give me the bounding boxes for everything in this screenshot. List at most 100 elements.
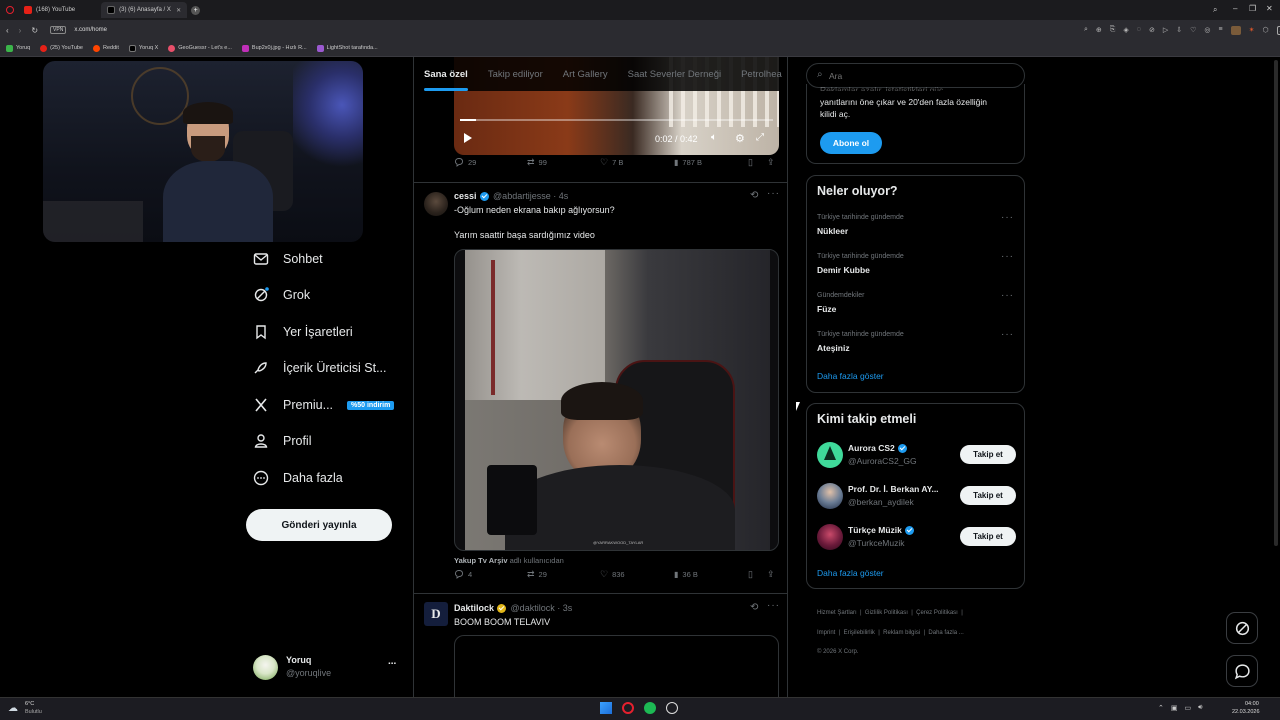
post-author-name[interactable]: Daktilock — [454, 603, 494, 613]
bookmark-item[interactable]: Bup2x0j.jpg - Hızlı R... — [241, 44, 307, 52]
trend-more-icon[interactable]: ··· — [1001, 212, 1014, 223]
footer-link[interactable]: Çerez Politikası — [916, 610, 958, 616]
ad-block-icon[interactable]: ⊘ — [1149, 26, 1155, 35]
like-button[interactable]: ♡ 7 B — [600, 157, 623, 168]
tray-app-icon[interactable]: ▣ — [1171, 704, 1178, 712]
opera-logo-icon[interactable] — [6, 6, 14, 14]
nav-chat[interactable]: Sohbet — [253, 251, 323, 267]
browser-tab-youtube[interactable]: (168) YouTube — [18, 2, 81, 18]
grok-post-icon[interactable]: ⟲ — [750, 602, 758, 613]
bookmark-icon[interactable]: ▯ — [748, 569, 753, 580]
footer-link[interactable]: Daha fazla ... — [928, 630, 963, 636]
trend-item[interactable]: Türkiye tarihinde gündemde Ateşiniz ··· — [807, 327, 1024, 363]
search-icon[interactable]: ⌕ — [1084, 26, 1088, 35]
url-field[interactable]: x.com/home — [74, 27, 107, 33]
screenshot-icon[interactable]: ⎘ — [1110, 26, 1116, 35]
nav-profile[interactable]: Profil — [253, 433, 311, 449]
close-window-button[interactable]: ✕ — [1266, 4, 1273, 13]
wallet-icon[interactable]: ✶ — [1249, 26, 1255, 35]
trend-item[interactable]: Türkiye tarihinde gündemde Demir Kubbe ·… — [807, 249, 1024, 285]
messages-floating-button[interactable] — [1226, 655, 1258, 687]
browser-tab-x[interactable]: (3) (6) Anasayfa / X ✕ — [101, 2, 188, 18]
video-progress-track[interactable] — [460, 119, 773, 121]
trend-more-icon[interactable]: ··· — [1001, 290, 1014, 301]
share-icon[interactable]: ⇪ — [767, 157, 775, 168]
trend-item[interactable]: Türkiye tarihinde gündemde Nükleer ··· — [807, 210, 1024, 246]
trend-item[interactable]: Gündemdekiler Füze ··· — [807, 288, 1024, 324]
search-input[interactable] — [829, 69, 1009, 83]
account-more-icon[interactable]: ... — [388, 656, 396, 667]
opera-browser-icon[interactable] — [622, 702, 634, 714]
close-tab-icon[interactable]: ✕ — [176, 7, 181, 14]
follow-button[interactable]: Takip et — [960, 527, 1016, 546]
menu-icon[interactable]: ≡ — [1219, 26, 1223, 35]
like-button[interactable]: ♡ 836 — [600, 569, 625, 580]
footer-link[interactable]: Gizlilik Politikası — [865, 610, 908, 616]
post-avatar[interactable]: D — [424, 602, 448, 626]
bookmark-item[interactable]: Reddit — [93, 44, 119, 52]
account-switcher[interactable]: Yoruq @yoruqlive ... — [253, 652, 403, 684]
volume-icon[interactable]: 🔊︎ — [1198, 704, 1202, 712]
windows-start-icon[interactable] — [600, 702, 612, 714]
grok-post-icon[interactable]: ⟲ — [750, 190, 758, 201]
nav-more[interactable]: Daha fazla — [253, 470, 343, 486]
nav-grok[interactable]: Grok — [253, 287, 310, 303]
subscribe-button[interactable]: Abone ol — [820, 132, 882, 154]
reply-button[interactable]: 29 — [454, 157, 476, 167]
back-icon[interactable]: ‹ — [6, 26, 9, 35]
reply-button[interactable]: 4 — [454, 569, 472, 579]
tray-chevron-icon[interactable]: ⌃ — [1158, 704, 1164, 712]
volume-icon[interactable]: 🔈︎ — [711, 132, 717, 143]
heart-icon[interactable]: ♡ — [1190, 26, 1196, 35]
page-scrollbar[interactable] — [1274, 60, 1278, 546]
attribution-name[interactable]: Yakup Tv Arşiv — [454, 556, 508, 565]
ai-icon[interactable]: AI — [1276, 26, 1280, 35]
post-author-handle[interactable]: @daktilock — [511, 603, 555, 613]
views-button[interactable]: ▮ 36 B — [674, 570, 698, 579]
spotify-icon[interactable] — [644, 702, 656, 714]
tab-petrolhead[interactable]: Petrolhea — [741, 69, 782, 80]
post-button[interactable]: Gönderi yayınla — [246, 509, 392, 541]
post-video[interactable]: @YARRAKWOOD_TAYLAR — [454, 249, 779, 551]
trends-show-more-link[interactable]: Daha fazla göster — [817, 371, 884, 381]
footer-link[interactable]: Hizmet Şartları — [817, 610, 857, 616]
repost-button[interactable]: ⇄ 99 — [527, 157, 547, 168]
tab-following[interactable]: Takip ediliyor — [488, 69, 543, 80]
nav-premium[interactable]: Premiu... %50 indirim — [253, 397, 395, 413]
play-icon[interactable]: ▷ — [1163, 26, 1168, 35]
follow-button[interactable]: Takip et — [960, 486, 1016, 505]
views-button[interactable]: ▮ 787 B — [674, 158, 702, 167]
weather-cloud-icon[interactable]: ☁ — [8, 703, 18, 714]
share-icon[interactable]: ⇪ — [767, 569, 775, 580]
maximize-button[interactable]: ❐ — [1249, 4, 1256, 13]
bookmark-item[interactable]: LightShot tarafında... — [316, 44, 378, 52]
follow-suggestion[interactable]: Aurora CS2 @AuroraCS2_GG Takip et — [807, 440, 1024, 470]
post-media[interactable] — [454, 635, 779, 697]
new-tab-button[interactable]: + — [191, 5, 201, 15]
post-author-handle[interactable]: @abdartijesse — [493, 191, 551, 201]
follow-suggestion[interactable]: Prof. Dr. İ. Berkan AY... @berkan_aydile… — [807, 481, 1024, 511]
profile-avatar-icon[interactable] — [1230, 26, 1241, 35]
nav-creator-studio[interactable]: İçerik Üreticisi St... — [253, 360, 387, 376]
settings-gear-icon[interactable]: ⚙ — [735, 132, 745, 145]
trend-more-icon[interactable]: ··· — [1001, 251, 1014, 262]
nav-bookmarks[interactable]: Yer İşaretleri — [253, 324, 353, 340]
reload-icon[interactable]: ↻ — [31, 26, 38, 35]
fullscreen-icon[interactable]: ⤢ — [756, 132, 764, 143]
footer-link[interactable]: Erişilebilirlik — [844, 630, 875, 636]
bookmark-icon[interactable]: ▯ — [748, 157, 753, 168]
follow-button[interactable]: Takip et — [960, 445, 1016, 464]
forward-icon[interactable]: › — [19, 26, 22, 35]
minimize-button[interactable]: – — [1233, 4, 1237, 13]
post-more-icon[interactable]: ··· — [767, 600, 780, 611]
clock-time[interactable]: 04:00 — [1245, 701, 1259, 707]
footer-link[interactable]: Imprint — [817, 630, 835, 636]
tab-watch-lovers[interactable]: Saat Severler Derneği — [628, 69, 721, 80]
bookmark-item[interactable]: Yoruq — [6, 44, 30, 52]
extension-icon[interactable]: ◈ — [1123, 26, 1128, 35]
tab-art-gallery[interactable]: Art Gallery — [563, 69, 608, 80]
tab-for-you[interactable]: Sana özel — [424, 69, 468, 80]
who-to-follow-show-more-link[interactable]: Daha fazla göster — [817, 568, 884, 578]
bookmark-item[interactable]: Yoruq X — [128, 44, 158, 52]
post-more-icon[interactable]: ··· — [767, 188, 780, 199]
